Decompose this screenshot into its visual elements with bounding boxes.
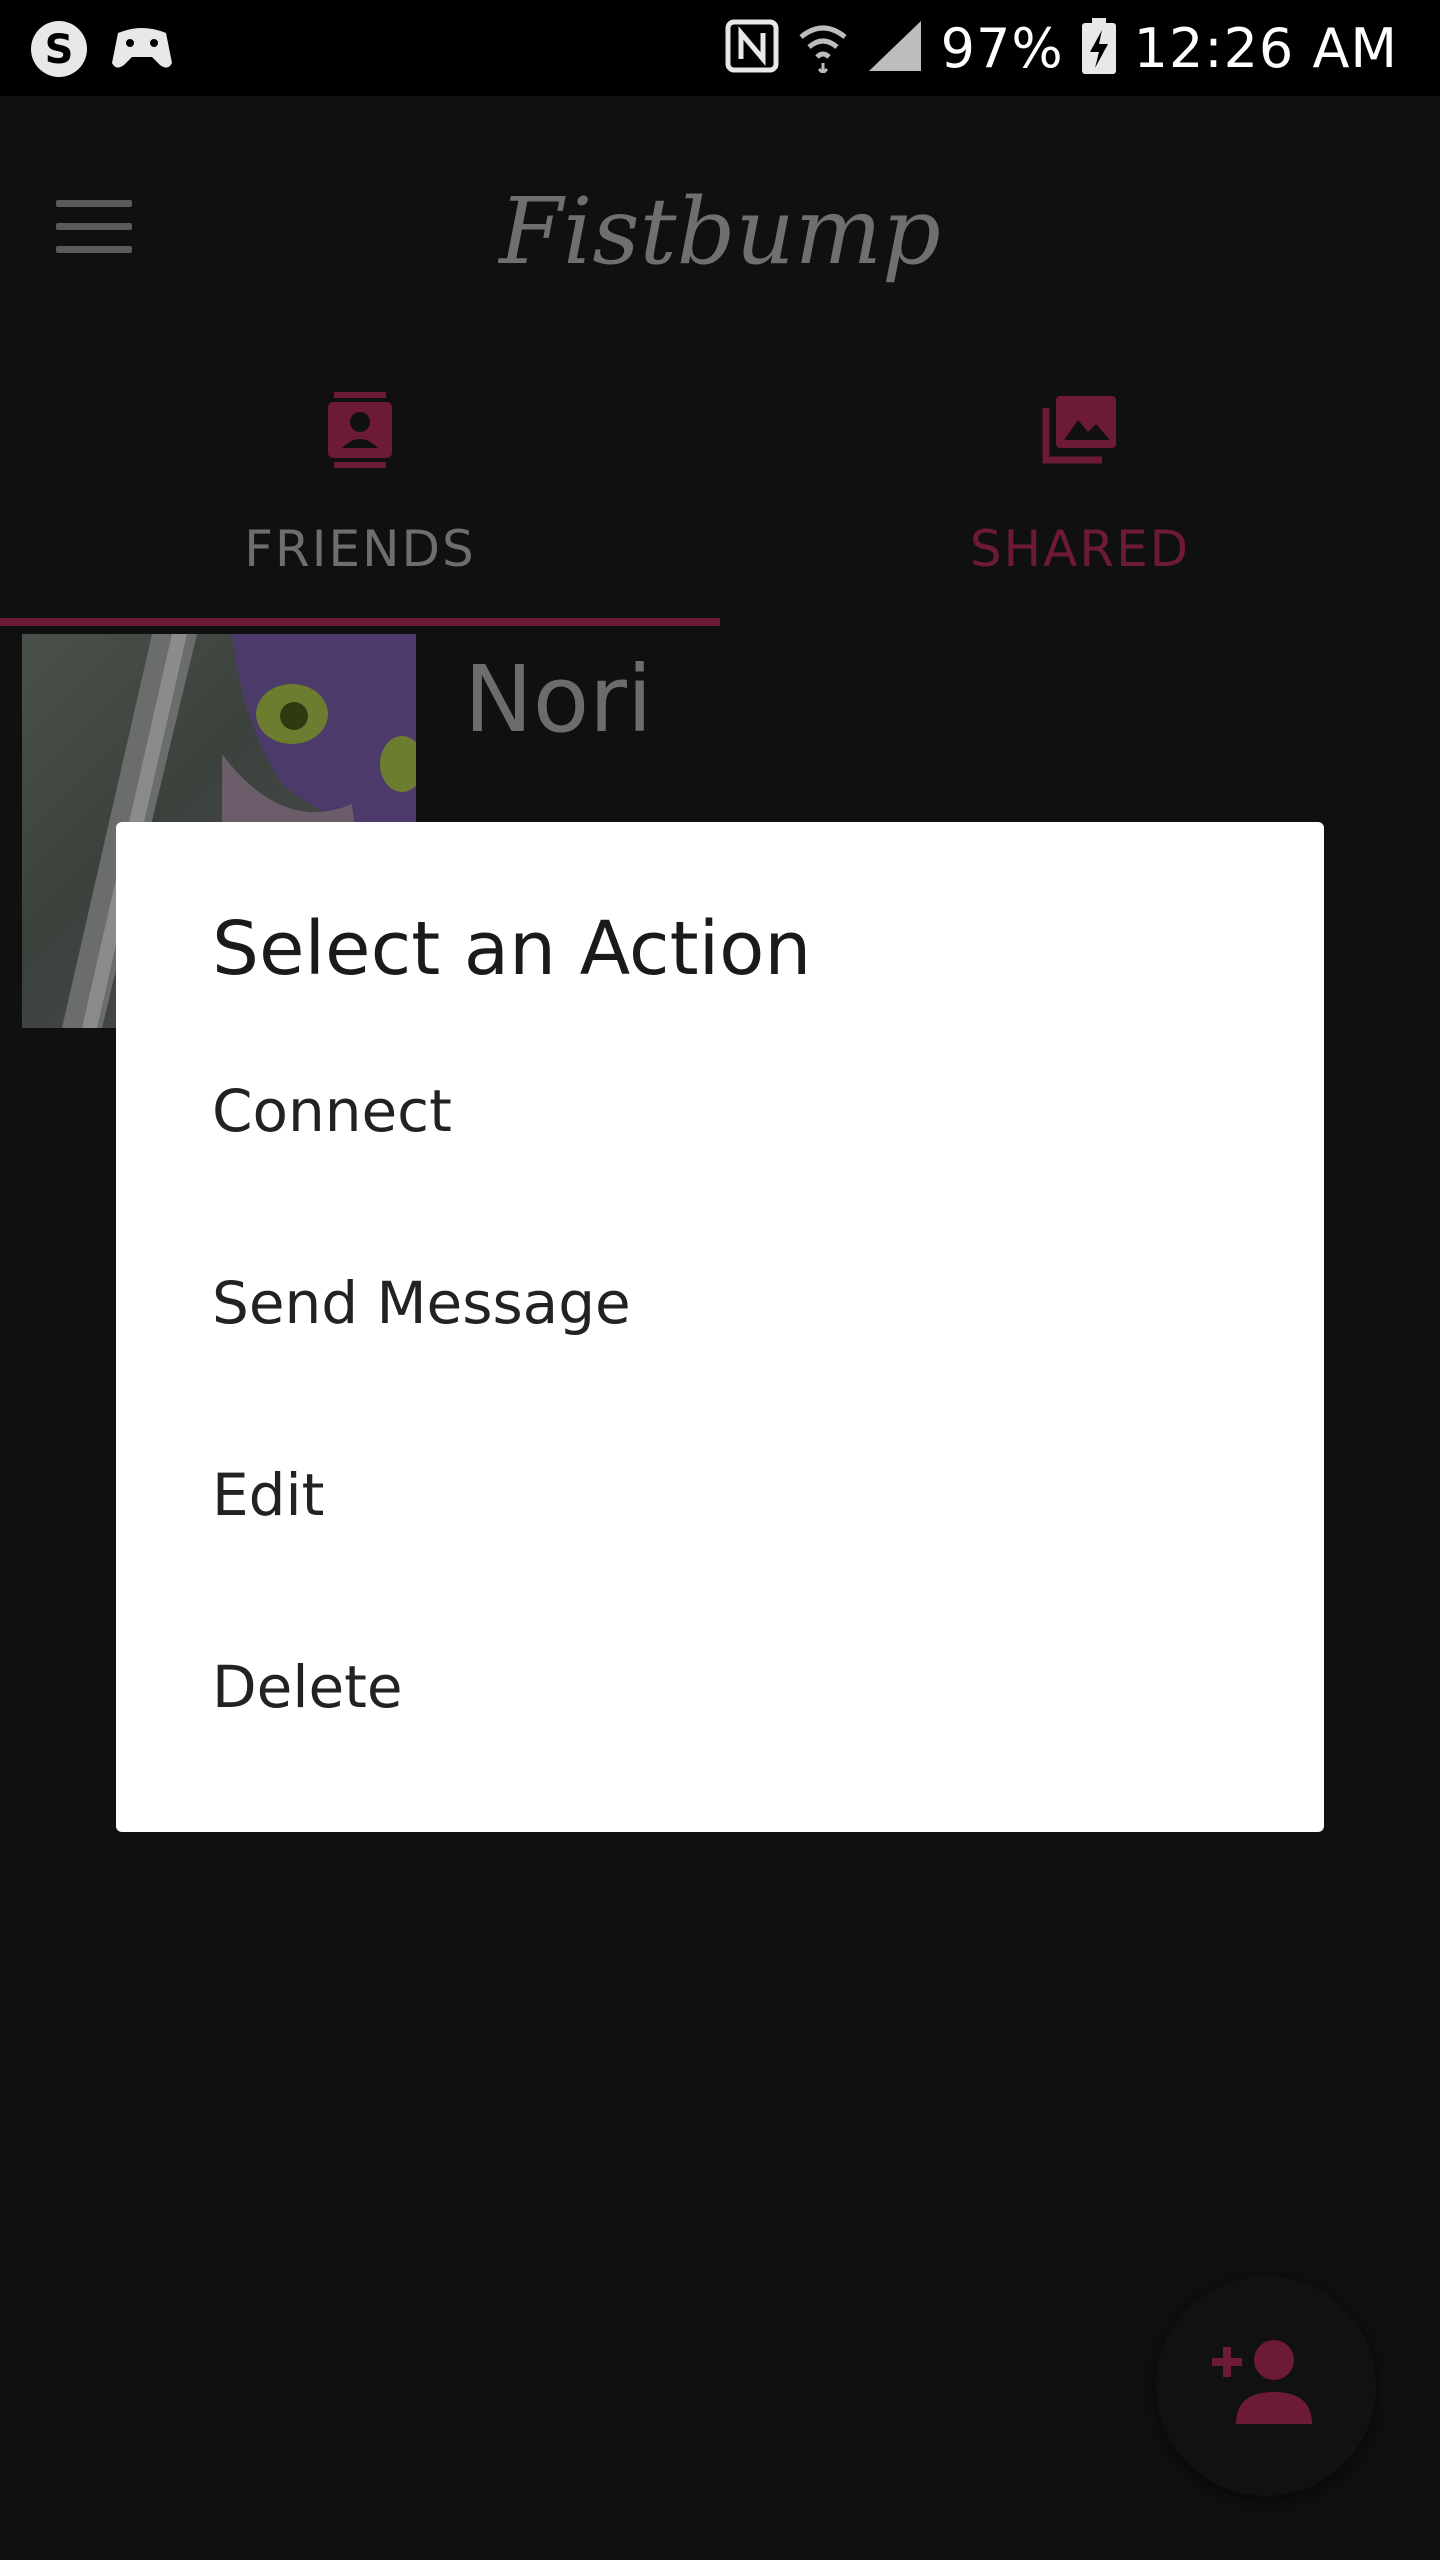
delete-option[interactable]: Delete: [116, 1592, 1324, 1782]
battery-charging-icon: [1081, 18, 1116, 78]
add-friend-button[interactable]: [1156, 2276, 1376, 2496]
game-controller-icon: [110, 23, 174, 79]
tab-friends-label: FRIENDS: [244, 520, 476, 578]
friend-name: Nori: [464, 646, 653, 753]
status-bar: S 97% 12:26 AM: [0, 0, 1440, 96]
tab-friends[interactable]: FRIENDS: [0, 360, 720, 630]
tab-bar: FRIENDS SHARED: [0, 360, 1440, 630]
photo-library-icon: [1040, 390, 1120, 470]
wifi-icon: [797, 19, 849, 77]
send-message-option[interactable]: Send Message: [116, 1208, 1324, 1398]
signal-icon: [867, 19, 923, 77]
tab-shared-label: SHARED: [969, 520, 1191, 578]
connect-option[interactable]: Connect: [116, 1016, 1324, 1206]
contact-card-icon: [320, 390, 400, 470]
clock: 12:26 AM: [1133, 16, 1398, 80]
app-screen: S 97% 12:26 AM Fistbump FRIENDS SHARED N…: [0, 0, 1440, 2560]
nfc-icon: [725, 19, 779, 77]
tab-selected-indicator: [0, 618, 720, 626]
edit-option[interactable]: Edit: [116, 1400, 1324, 1590]
action-dialog: Select an Action Connect Send Message Ed…: [116, 822, 1324, 1832]
app-bar: Fistbump: [0, 96, 1440, 360]
tab-shared[interactable]: SHARED: [720, 360, 1440, 630]
dialog-title: Select an Action: [212, 906, 812, 992]
app-title: Fistbump: [499, 178, 941, 285]
battery-percent: 97%: [940, 16, 1064, 80]
svg-text:S: S: [45, 27, 74, 73]
skype-icon: S: [28, 18, 90, 84]
